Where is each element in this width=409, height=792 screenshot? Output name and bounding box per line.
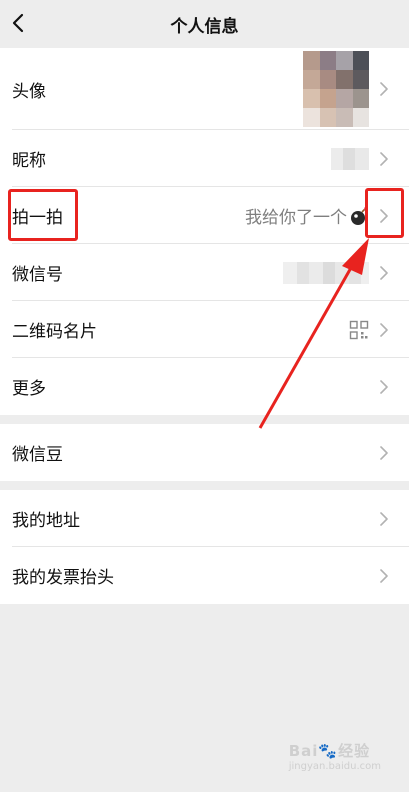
annotation-box-pat-chevron — [365, 188, 404, 238]
nickname-label: 昵称 — [12, 151, 46, 171]
section-divider — [0, 481, 409, 490]
section-divider — [0, 415, 409, 424]
paw-icon: 🐾 — [318, 742, 339, 760]
row-qr-card[interactable]: 二维码名片 — [0, 301, 409, 358]
row-wechat-id[interactable]: 微信号 — [0, 244, 409, 301]
row-wechat-beans[interactable]: 微信豆 — [0, 424, 409, 481]
nickname-value-blurred — [331, 147, 369, 170]
more-label: 更多 — [12, 379, 46, 399]
watermark-domain: jingyan.baidu.com — [288, 761, 381, 772]
invoice-title-label: 我的发票抬头 — [12, 568, 114, 588]
navigation-bar: 个人信息 — [0, 0, 409, 48]
address-invoice-group: 我的地址 我的发票抬头 — [0, 490, 409, 604]
chevron-right-icon — [380, 445, 388, 460]
row-invoice-title[interactable]: 我的发票抬头 — [0, 547, 409, 604]
row-my-address[interactable]: 我的地址 — [0, 490, 409, 547]
wechat-beans-label: 微信豆 — [12, 445, 63, 465]
qr-card-label: 二维码名片 — [12, 322, 97, 342]
wechat-beans-group: 微信豆 — [0, 424, 409, 481]
avatar[interactable] — [303, 51, 369, 127]
baidu-watermark: Bai🐾经验 jingyan.baidu.com — [289, 740, 381, 772]
row-avatar[interactable]: 头像 — [0, 48, 409, 130]
chevron-right-icon — [380, 568, 388, 583]
row-nickname[interactable]: 昵称 — [0, 130, 409, 187]
wechat-id-label: 微信号 — [12, 265, 63, 285]
qr-code-icon — [349, 320, 369, 339]
page-title: 个人信息 — [170, 17, 239, 37]
watermark-suffix: 经验 — [338, 742, 371, 760]
chevron-right-icon — [380, 379, 388, 394]
chevron-right-icon — [380, 265, 388, 280]
chevron-right-icon — [380, 322, 388, 337]
row-more[interactable]: 更多 — [0, 358, 409, 415]
wechat-id-value-blurred — [283, 261, 369, 284]
chevron-right-icon — [380, 511, 388, 526]
chevron-right-icon — [380, 82, 388, 96]
avatar-label: 头像 — [12, 81, 46, 102]
annotation-box-pat-label — [8, 189, 78, 241]
pat-value: 我给你了一个 — [245, 208, 347, 228]
chevron-right-icon — [380, 151, 388, 166]
watermark-brand: Bai — [288, 742, 319, 760]
my-address-label: 我的地址 — [12, 511, 80, 531]
